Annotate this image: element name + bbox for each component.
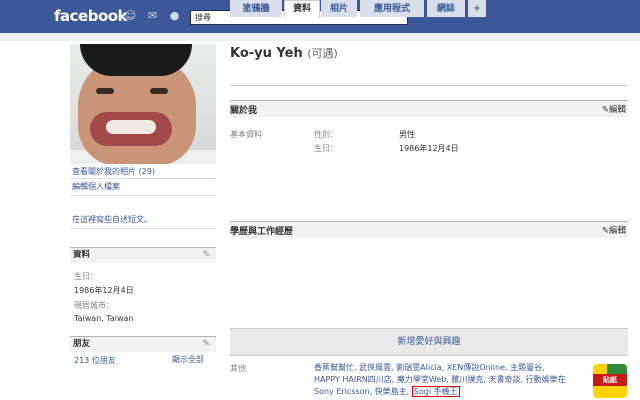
edit-education-label: 編輯 (608, 226, 626, 236)
view-photos-of-me-link[interactable]: 查看關於我的相片 (29) (72, 166, 155, 177)
birthday-value: 1986年12月4日 (399, 144, 459, 153)
write-about-yourself-link[interactable]: 在這裡寫些自述短文。 (72, 214, 152, 225)
edit-about-label: 編輯 (608, 105, 626, 115)
notifications-icon[interactable]: ● (168, 10, 181, 22)
friends-box-title: 朋友 (73, 339, 91, 349)
profile-name-suffix: (可遇) (307, 47, 338, 60)
education-title: 學歷與工作經歷 (230, 227, 294, 237)
gender-label: 性別： (314, 130, 338, 139)
tab-wall[interactable]: 塗鴉牆 (230, 0, 282, 17)
highlighted-interest-link[interactable]: Sogi 手機王 (411, 386, 460, 397)
friend-requests-icon[interactable]: ☺ (124, 10, 137, 22)
facebook-logo[interactable]: facebook (54, 7, 128, 25)
friend-count-link[interactable]: 213 位朋友 (74, 355, 116, 366)
top-navigation-bar: facebook ☺ ✉ ● 搜尋 (0, 0, 640, 34)
current-city-value: Taiwan, Taiwan (74, 314, 134, 323)
messages-icon[interactable]: ✉ (146, 10, 159, 22)
education-header: 學歷與工作經歷 ✎編輯 (230, 221, 628, 238)
profile-name: Ko-yu Yeh (可遇) (230, 45, 338, 61)
divider (70, 195, 216, 196)
tab-info[interactable]: 資料 (284, 0, 320, 18)
divider (70, 228, 216, 229)
sticker-label: 貼紙 (593, 374, 627, 386)
friends-box-header: 朋友 ✎ (70, 336, 216, 352)
tab-photos[interactable]: 相片 (321, 0, 357, 17)
add-tab-button[interactable]: + (468, 0, 486, 17)
pencil-icon[interactable]: ✎ (202, 337, 210, 352)
pencil-icon: ✎ (601, 226, 609, 236)
tab-divider (230, 85, 628, 86)
profile-photo[interactable] (70, 44, 216, 164)
add-interests-button[interactable]: 新增愛好與興趣 (230, 328, 628, 356)
current-city-label: 現居城市： (74, 301, 114, 310)
info-box-title: 資料 (73, 250, 91, 260)
other-interests-list: 香蕉幫幫忙, 武俠風雲, 劉瑞雯Alicia, XEN傳說Online, 主題曼… (314, 362, 570, 398)
tab-notes[interactable]: 網誌 (427, 0, 465, 17)
basic-info-label: 基本資料 (230, 130, 262, 139)
pencil-icon[interactable]: ✎ (202, 248, 210, 263)
info-box-header: 資料 ✎ (70, 247, 216, 263)
edit-about-link[interactable]: ✎編輯 (602, 103, 626, 115)
birthday-value: 1986年12月4日 (74, 286, 134, 295)
birthday-label: 生日： (74, 272, 98, 281)
birthday-label: 生日： (314, 144, 338, 153)
edit-profile-link[interactable]: 編輯個人檔案 (72, 181, 120, 192)
about-me-header: 關於我 ✎編輯 (230, 100, 628, 117)
tab-applications[interactable]: 應用程式 (360, 0, 424, 17)
show-all-friends-link[interactable]: 顯示全部 (172, 354, 204, 365)
divider (70, 178, 216, 179)
profile-name-text: Ko-yu Yeh (230, 46, 303, 61)
header-spacer (0, 33, 640, 41)
pencil-icon: ✎ (601, 105, 609, 115)
about-me-title: 關於我 (230, 106, 258, 116)
edit-education-link[interactable]: ✎編輯 (602, 224, 626, 236)
gender-value: 男性 (399, 130, 415, 139)
others-label: 其他 (230, 364, 246, 373)
sticker-icon[interactable]: 貼紙 (593, 364, 627, 398)
